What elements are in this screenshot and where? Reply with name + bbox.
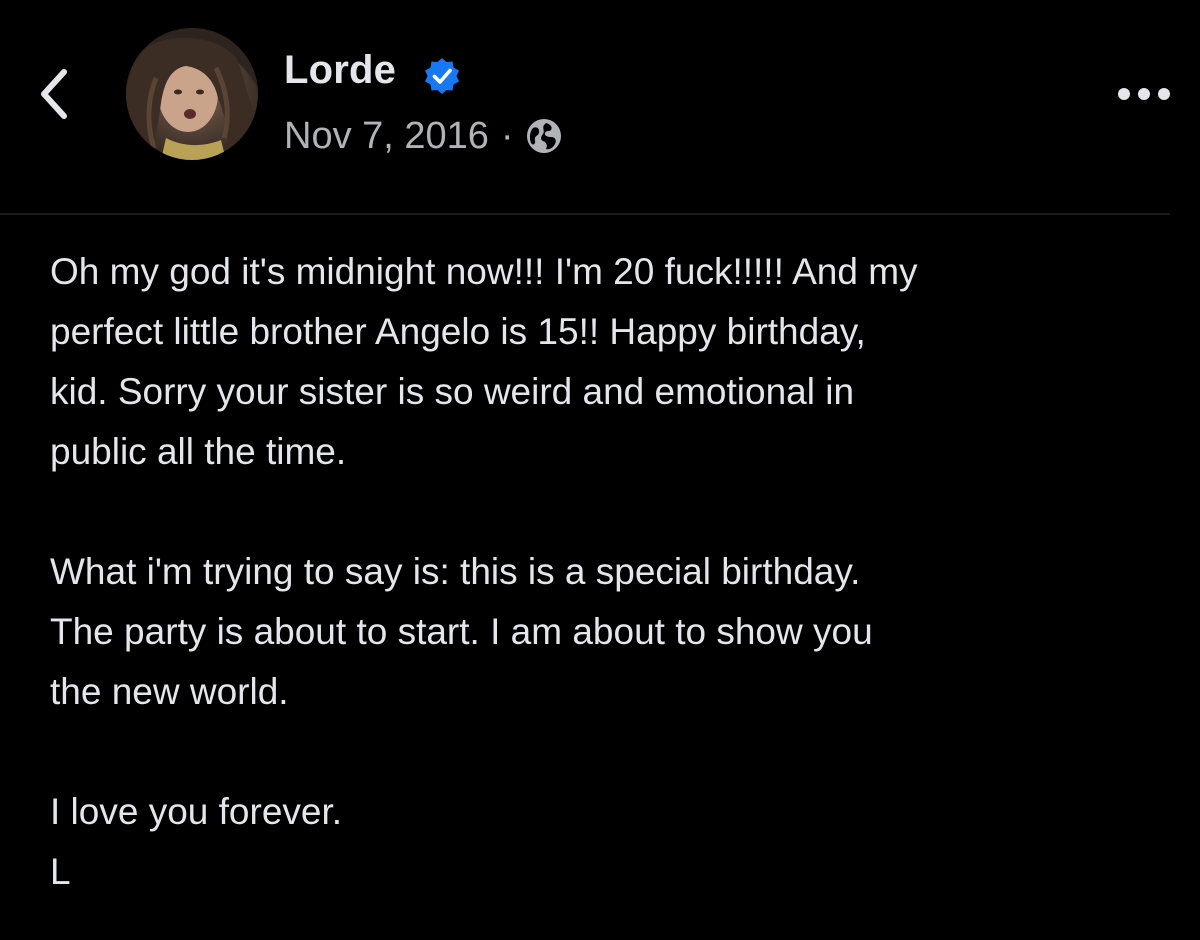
post-date[interactable]: Nov 7, 2016: [284, 115, 489, 158]
more-options-button[interactable]: [1112, 72, 1176, 116]
post-line: the new world.: [50, 671, 289, 712]
post-paragraph: Oh my god it's midnight now!!! I'm 20 fu…: [50, 242, 1160, 482]
post-line: kid. Sorry your sister is so weird and e…: [50, 371, 855, 412]
meta-separator: ·: [500, 114, 514, 157]
post-signature: L: [50, 851, 71, 892]
avatar[interactable]: [126, 28, 258, 160]
chevron-left-icon: [41, 69, 67, 119]
verified-badge-icon: [425, 58, 459, 94]
post-paragraph: What i'm trying to say is: this is a spe…: [50, 542, 1160, 722]
post-paragraph: I love you forever. L: [50, 782, 1160, 902]
back-button[interactable]: [22, 62, 86, 126]
post-line: What i'm trying to say is: this is a spe…: [50, 551, 861, 592]
post-line: I love you forever.: [50, 791, 343, 832]
header-divider: [0, 213, 1170, 215]
post-header: Lorde Nov 7, 2016 ·: [0, 0, 1200, 215]
post-meta: Nov 7, 2016 ·: [284, 112, 564, 160]
post-text: Oh my god it's midnight now!!! I'm 20 fu…: [50, 242, 1160, 902]
post-line: public all the time.: [50, 431, 347, 472]
globe-icon[interactable]: [524, 116, 564, 156]
more-options-icon: [1118, 88, 1170, 100]
post-line: The party is about to start. I am about …: [50, 611, 873, 652]
post-line: perfect little brother Angelo is 15!! Ha…: [50, 311, 866, 352]
profile-photo: [126, 28, 258, 160]
post-line: Oh my god it's midnight now!!! I'm 20 fu…: [50, 251, 918, 292]
author-name[interactable]: Lorde: [284, 48, 396, 93]
